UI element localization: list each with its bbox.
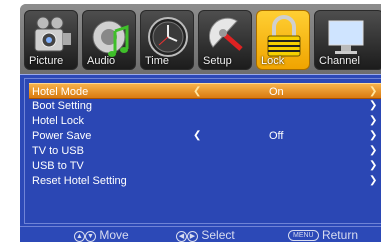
- move-label: Move: [99, 228, 129, 242]
- menu-key-icon: MENU: [288, 230, 319, 241]
- key-hint-bar: ▲ ▼ Move ◀ ▶ Select MENU Return: [20, 226, 381, 242]
- tab-picture[interactable]: Picture: [24, 10, 78, 70]
- menu-item-hotel-lock[interactable]: Hotel Lock ❯: [29, 113, 381, 129]
- down-key-icon: ▼: [85, 231, 96, 242]
- tab-label: Channel: [319, 55, 360, 67]
- menu-item-label: Boot Setting: [32, 100, 92, 112]
- arrow-right-icon: ❯: [369, 115, 378, 126]
- menu-tab-strip: Picture Audio Time Setup Lock Channel: [20, 4, 381, 74]
- return-hint: MENU Return: [288, 228, 358, 242]
- menu-item-reset-hotel-setting[interactable]: Reset Hotel Setting ❯: [29, 173, 381, 189]
- menu-item-label: Hotel Lock: [32, 115, 84, 127]
- tab-label: Audio: [87, 55, 116, 67]
- menu-item-power-save[interactable]: Power Save ❮ Off ❯: [29, 128, 381, 144]
- arrow-right-icon: ❯: [369, 160, 378, 171]
- menu-item-usb-to-tv[interactable]: USB to TV ❯: [29, 158, 381, 174]
- menu-item-label: USB to TV: [32, 160, 84, 172]
- tab-time[interactable]: Time: [140, 10, 194, 70]
- tv-osd-panel: Picture Audio Time Setup Lock Channel Ho…: [20, 4, 381, 242]
- return-label: Return: [321, 228, 358, 242]
- left-key-icon: ◀: [176, 231, 187, 242]
- hotel-settings-menu: Hotel Mode ❮ On ❯ Boot Setting ❯ Hotel L…: [20, 74, 381, 226]
- tab-label: Time: [145, 55, 170, 67]
- menu-item-tv-to-usb[interactable]: TV to USB ❯: [29, 143, 381, 159]
- up-key-icon: ▲: [74, 231, 85, 242]
- select-hint: ◀ ▶ Select: [176, 228, 235, 242]
- tab-label: Picture: [29, 55, 64, 67]
- arrow-right-icon: ❯: [369, 175, 378, 186]
- menu-item-hotel-mode[interactable]: Hotel Mode ❮ On ❯: [29, 83, 381, 99]
- menu-item-label: Power Save: [32, 130, 92, 142]
- select-label: Select: [201, 228, 235, 242]
- right-key-icon: ▶: [187, 231, 198, 242]
- arrow-right-icon: ❯: [369, 100, 378, 111]
- tab-label: Lock: [261, 55, 285, 67]
- tab-label: Setup: [203, 55, 232, 67]
- arrow-right-icon[interactable]: ❯: [369, 128, 377, 144]
- tab-channel[interactable]: Channel: [314, 10, 381, 70]
- menu-item-value: Off: [269, 130, 284, 142]
- menu-list: Hotel Mode ❮ On ❯ Boot Setting ❯ Hotel L…: [24, 78, 381, 224]
- tab-setup[interactable]: Setup: [198, 10, 252, 70]
- menu-item-label: TV to USB: [32, 145, 84, 157]
- menu-item-label: Reset Hotel Setting: [32, 175, 127, 187]
- arrow-left-icon[interactable]: ❮: [193, 128, 201, 144]
- tab-lock[interactable]: Lock: [256, 10, 310, 70]
- arrow-right-icon: ❯: [369, 145, 378, 156]
- move-hint: ▲ ▼ Move: [74, 228, 129, 242]
- tab-audio[interactable]: Audio: [82, 10, 136, 70]
- menu-item-boot-setting[interactable]: Boot Setting ❯: [29, 98, 381, 114]
